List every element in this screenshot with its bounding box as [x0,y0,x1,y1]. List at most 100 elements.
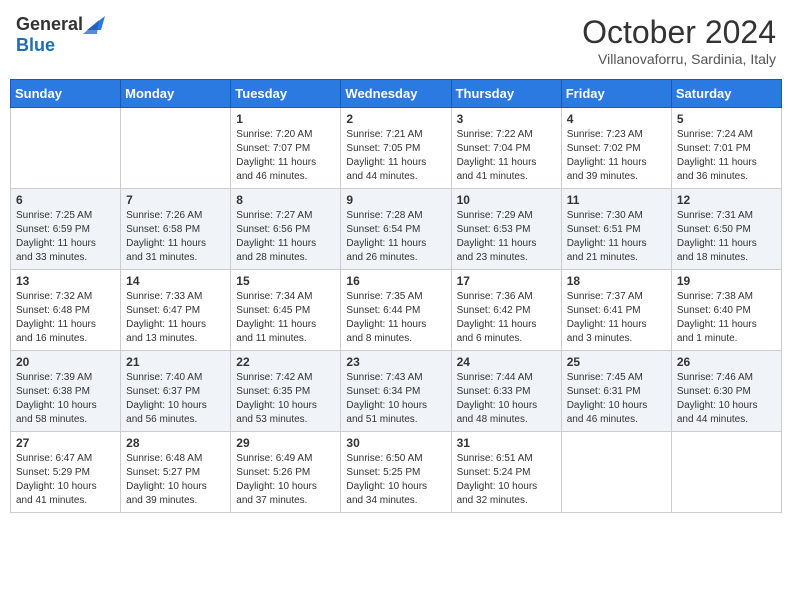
calendar-cell [121,108,231,189]
header-friday: Friday [561,80,671,108]
calendar-cell: 15 Sunrise: 7:34 AMSunset: 6:45 PMDayligh… [231,270,341,351]
day-number: 14 [126,274,225,288]
day-number: 15 [236,274,335,288]
day-number: 9 [346,193,445,207]
calendar-cell: 12Sunrise: 7:31 AMSunset: 6:50 PMDayligh… [671,189,781,270]
day-info: Sunrise: 7:32 AMSunset: 6:48 PMDaylight:… [16,290,115,346]
calendar-cell [561,432,671,513]
calendar-cell: 14 Sunrise: 7:33 AMSunset: 6:47 PMDayligh… [121,270,231,351]
day-number: 17 [457,274,556,288]
day-info: Sunrise: 6:49 AMSunset: 5:26 PMDaylight:… [236,452,335,508]
header-sunday: Sunday [11,80,121,108]
logo: General Blue [16,14,105,56]
day-info: Sunrise: 7:38 AMSunset: 6:40 PMDaylight:… [677,290,776,346]
day-info: Sunrise: 6:50 AMSunset: 5:25 PMDaylight:… [346,452,445,508]
logo-wing-icon [83,16,105,34]
month-title: October 2024 [582,14,776,51]
calendar-cell: 16 Sunrise: 7:35 AMSunset: 6:44 PMDayligh… [341,270,451,351]
calendar-cell: 21 Sunrise: 7:40 AMSunset: 6:37 PMDayligh… [121,351,231,432]
calendar-cell: 10Sunrise: 7:29 AMSunset: 6:53 PMDayligh… [451,189,561,270]
day-number: 30 [346,436,445,450]
day-info: Sunrise: 7:44 AMSunset: 6:33 PMDaylight:… [457,371,556,427]
calendar-cell: 29 Sunrise: 6:49 AMSunset: 5:26 PMDayligh… [231,432,341,513]
day-number: 2 [346,112,445,126]
day-info: Sunrise: 7:33 AMSunset: 6:47 PMDaylight:… [126,290,225,346]
day-number: 26 [677,355,776,369]
header-wednesday: Wednesday [341,80,451,108]
day-number: 1 [236,112,335,126]
day-info: Sunrise: 7:30 AMSunset: 6:51 PMDaylight:… [567,209,666,265]
calendar-cell [671,432,781,513]
calendar-week-5: 27 Sunrise: 6:47 AMSunset: 5:29 PMDayligh… [11,432,782,513]
calendar-cell: 9 Sunrise: 7:28 AMSunset: 6:54 PMDaylight… [341,189,451,270]
calendar-cell: 30 Sunrise: 6:50 AMSunset: 5:25 PMDayligh… [341,432,451,513]
day-info: Sunrise: 7:27 AMSunset: 6:56 PMDaylight:… [236,209,335,265]
day-info: Sunrise: 6:47 AMSunset: 5:29 PMDaylight:… [16,452,115,508]
header-monday: Monday [121,80,231,108]
logo-blue-text: Blue [16,35,105,56]
calendar-cell: 26 Sunrise: 7:46 AMSunset: 6:30 PMDayligh… [671,351,781,432]
day-info: Sunrise: 7:23 AMSunset: 7:02 PMDaylight:… [567,128,666,184]
day-info: Sunrise: 7:28 AMSunset: 6:54 PMDaylight:… [346,209,445,265]
location-text: Villanovaforru, Sardinia, Italy [582,51,776,67]
calendar-cell: 22 Sunrise: 7:42 AMSunset: 6:35 PMDayligh… [231,351,341,432]
day-number: 13 [16,274,115,288]
calendar-table: SundayMondayTuesdayWednesdayThursdayFrid… [10,79,782,513]
calendar-cell: 31 Sunrise: 6:51 AMSunset: 5:24 PMDayligh… [451,432,561,513]
calendar-header-row: SundayMondayTuesdayWednesdayThursdayFrid… [11,80,782,108]
day-info: Sunrise: 7:43 AMSunset: 6:34 PMDaylight:… [346,371,445,427]
calendar-cell: 6 Sunrise: 7:25 AMSunset: 6:59 PMDaylight… [11,189,121,270]
day-info: Sunrise: 7:35 AMSunset: 6:44 PMDaylight:… [346,290,445,346]
calendar-cell: 23 Sunrise: 7:43 AMSunset: 6:34 PMDayligh… [341,351,451,432]
day-number: 29 [236,436,335,450]
calendar-cell: 18 Sunrise: 7:37 AMSunset: 6:41 PMDayligh… [561,270,671,351]
calendar-cell: 7Sunrise: 7:26 AMSunset: 6:58 PMDaylight… [121,189,231,270]
header-thursday: Thursday [451,80,561,108]
header-tuesday: Tuesday [231,80,341,108]
day-number: 3 [457,112,556,126]
day-number: 27 [16,436,115,450]
day-info: Sunrise: 7:46 AMSunset: 6:30 PMDaylight:… [677,371,776,427]
day-number: 18 [567,274,666,288]
calendar-cell [11,108,121,189]
day-number: 20 [16,355,115,369]
day-number: 24 [457,355,556,369]
day-number: 21 [126,355,225,369]
day-number: 22 [236,355,335,369]
calendar-cell: 17 Sunrise: 7:36 AMSunset: 6:42 PMDayligh… [451,270,561,351]
calendar-cell: 1Sunrise: 7:20 AMSunset: 7:07 PMDaylight… [231,108,341,189]
day-info: Sunrise: 7:36 AMSunset: 6:42 PMDaylight:… [457,290,556,346]
day-info: Sunrise: 7:31 AMSunset: 6:50 PMDaylight:… [677,209,776,265]
calendar-cell: 28Sunrise: 6:48 AMSunset: 5:27 PMDayligh… [121,432,231,513]
day-number: 25 [567,355,666,369]
calendar-cell: 8Sunrise: 7:27 AMSunset: 6:56 PMDaylight… [231,189,341,270]
day-info: Sunrise: 7:37 AMSunset: 6:41 PMDaylight:… [567,290,666,346]
day-info: Sunrise: 7:42 AMSunset: 6:35 PMDaylight:… [236,371,335,427]
calendar-week-3: 13 Sunrise: 7:32 AMSunset: 6:48 PMDayligh… [11,270,782,351]
day-number: 19 [677,274,776,288]
day-info: Sunrise: 7:40 AMSunset: 6:37 PMDaylight:… [126,371,225,427]
calendar-cell: 4 Sunrise: 7:23 AMSunset: 7:02 PMDaylight… [561,108,671,189]
header-saturday: Saturday [671,80,781,108]
calendar-cell: 5Sunrise: 7:24 AMSunset: 7:01 PMDaylight… [671,108,781,189]
logo-general-text: General [16,14,83,35]
calendar-week-2: 6 Sunrise: 7:25 AMSunset: 6:59 PMDaylight… [11,189,782,270]
day-number: 4 [567,112,666,126]
day-info: Sunrise: 7:21 AMSunset: 7:05 PMDaylight:… [346,128,445,184]
day-number: 23 [346,355,445,369]
calendar-cell: 11 Sunrise: 7:30 AMSunset: 6:51 PMDayligh… [561,189,671,270]
calendar-cell: 20 Sunrise: 7:39 AMSunset: 6:38 PMDayligh… [11,351,121,432]
day-number: 31 [457,436,556,450]
day-number: 6 [16,193,115,207]
day-info: Sunrise: 7:29 AMSunset: 6:53 PMDaylight:… [457,209,556,265]
calendar-cell: 24 Sunrise: 7:44 AMSunset: 6:33 PMDayligh… [451,351,561,432]
day-info: Sunrise: 7:39 AMSunset: 6:38 PMDaylight:… [16,371,115,427]
day-info: Sunrise: 6:51 AMSunset: 5:24 PMDaylight:… [457,452,556,508]
day-number: 11 [567,193,666,207]
calendar-week-1: 1Sunrise: 7:20 AMSunset: 7:07 PMDaylight… [11,108,782,189]
day-info: Sunrise: 7:25 AMSunset: 6:59 PMDaylight:… [16,209,115,265]
day-number: 16 [346,274,445,288]
calendar-cell: 13 Sunrise: 7:32 AMSunset: 6:48 PMDayligh… [11,270,121,351]
day-info: Sunrise: 7:34 AMSunset: 6:45 PMDaylight:… [236,290,335,346]
calendar-cell: 2 Sunrise: 7:21 AMSunset: 7:05 PMDaylight… [341,108,451,189]
